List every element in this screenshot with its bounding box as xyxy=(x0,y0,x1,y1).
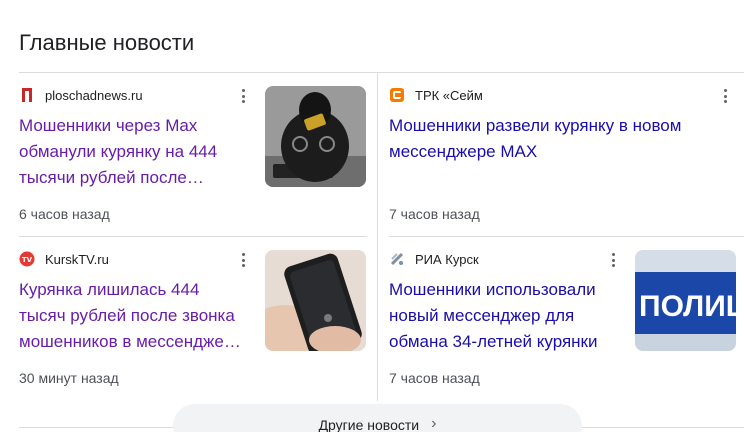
divider xyxy=(389,236,744,237)
column-divider xyxy=(377,73,378,401)
news-title[interactable]: Мошенники развели курянку в новом мессен… xyxy=(389,113,729,165)
news-thumbnail[interactable]: ПОЛИЦИ xyxy=(635,250,736,351)
more-options-icon[interactable] xyxy=(607,251,619,269)
more-options-icon[interactable] xyxy=(237,251,249,269)
seym-logo-icon xyxy=(389,87,405,103)
news-source: ТРК «Сейм xyxy=(389,87,483,103)
ria-kursk-logo-icon xyxy=(389,251,405,267)
news-title[interactable]: Мошенники использовали новый мессенджер … xyxy=(389,277,624,355)
more-news-label: Другие новости xyxy=(318,417,420,432)
more-news-button[interactable]: Другие новости › xyxy=(173,404,582,432)
news-source: РИА Курск xyxy=(389,251,479,267)
more-options-icon[interactable] xyxy=(237,87,249,105)
news-thumbnail[interactable] xyxy=(265,250,366,351)
news-thumbnail[interactable] xyxy=(265,86,366,187)
kursktv-logo-icon: TV xyxy=(19,251,35,267)
source-name: ploschadnews.ru xyxy=(45,87,143,103)
news-time: 6 часов назад xyxy=(19,206,110,222)
divider xyxy=(19,72,744,73)
more-options-icon[interactable] xyxy=(719,87,731,105)
section-title: Главные новости xyxy=(19,30,195,55)
svg-text:ПОЛИЦИ: ПОЛИЦИ xyxy=(639,290,736,323)
news-time: 30 минут назад xyxy=(19,370,119,386)
news-time: 7 часов назад xyxy=(389,370,480,386)
news-title[interactable]: Курянка лишилась 444 тысяч рублей после … xyxy=(19,277,259,355)
ploschadnews-logo-icon xyxy=(19,87,35,103)
source-name: KurskTV.ru xyxy=(45,251,109,267)
news-source: TV KurskTV.ru xyxy=(19,251,109,267)
divider xyxy=(19,236,367,237)
news-title[interactable]: Мошенники через Max обманули курянку на … xyxy=(19,113,254,191)
source-name: РИА Курск xyxy=(415,251,479,267)
news-source: ploschadnews.ru xyxy=(19,87,143,103)
news-time: 7 часов назад xyxy=(389,206,480,222)
chevron-right-icon: › xyxy=(431,415,437,432)
svg-text:TV: TV xyxy=(22,256,33,264)
source-name: ТРК «Сейм xyxy=(415,87,483,103)
